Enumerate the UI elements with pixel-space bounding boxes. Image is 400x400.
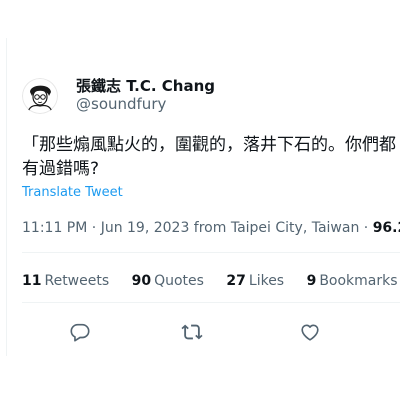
meta-separator: ·: [87, 220, 101, 236]
tweet-date[interactable]: Jun 19, 2023: [101, 220, 190, 236]
retweet-icon: [181, 324, 203, 340]
bookmarks-stat[interactable]: 9 Bookmarks: [307, 273, 398, 289]
author-display-name[interactable]: 張鐵志 T.C. Chang: [76, 75, 215, 96]
tweet-meta: 11:11 PM · Jun 19, 2023 from Taipei City…: [22, 220, 400, 236]
divider: [22, 302, 400, 303]
retweets-label: Retweets: [44, 273, 110, 289]
likes-count: 27: [226, 273, 246, 289]
retweets-stat[interactable]: 11 Retweets: [22, 273, 109, 289]
reply-icon: [70, 323, 90, 342]
like-button[interactable]: [296, 318, 324, 346]
author-handle[interactable]: @soundfury: [76, 95, 166, 113]
quotes-label: Quotes: [154, 273, 204, 289]
bookmarks-label: Bookmarks: [319, 273, 398, 289]
reply-button[interactable]: [66, 318, 94, 346]
tweet-text: 「那些煽風點火的，圍觀的，落井下石的。你們都 有過錯嗎?: [22, 133, 400, 181]
heart-icon: [301, 324, 319, 341]
likes-label: Likes: [248, 273, 285, 289]
quotes-count: 90: [131, 273, 152, 289]
tweet-text-line: 「那些煽風點火的，圍觀的，落井下石的。你們都: [22, 135, 396, 155]
translate-tweet-link[interactable]: Translate Tweet: [22, 185, 123, 200]
quotes-stat[interactable]: 90 Quotes: [132, 273, 204, 289]
likes-stat[interactable]: 27 Likes: [226, 273, 284, 289]
tweet-time[interactable]: 11:11 PM: [22, 220, 87, 236]
tweet-location: from Taipei City, Taiwan: [189, 220, 360, 236]
tweet-actions: [22, 318, 322, 346]
author-avatar[interactable]: [22, 78, 58, 114]
portrait-avatar-icon: [22, 78, 58, 114]
meta-separator: ·: [359, 220, 373, 236]
divider: [22, 252, 400, 253]
tweet-text-line: 有過錯嗎?: [22, 159, 100, 179]
retweet-button[interactable]: [178, 318, 206, 346]
views-count: 96.2K: [372, 220, 400, 236]
retweets-count: 11: [22, 273, 42, 289]
engagement-stats: 11 Retweets 90 Quotes 27 Likes 9 Bookmarks: [22, 273, 400, 289]
bookmarks-count: 9: [306, 273, 317, 289]
